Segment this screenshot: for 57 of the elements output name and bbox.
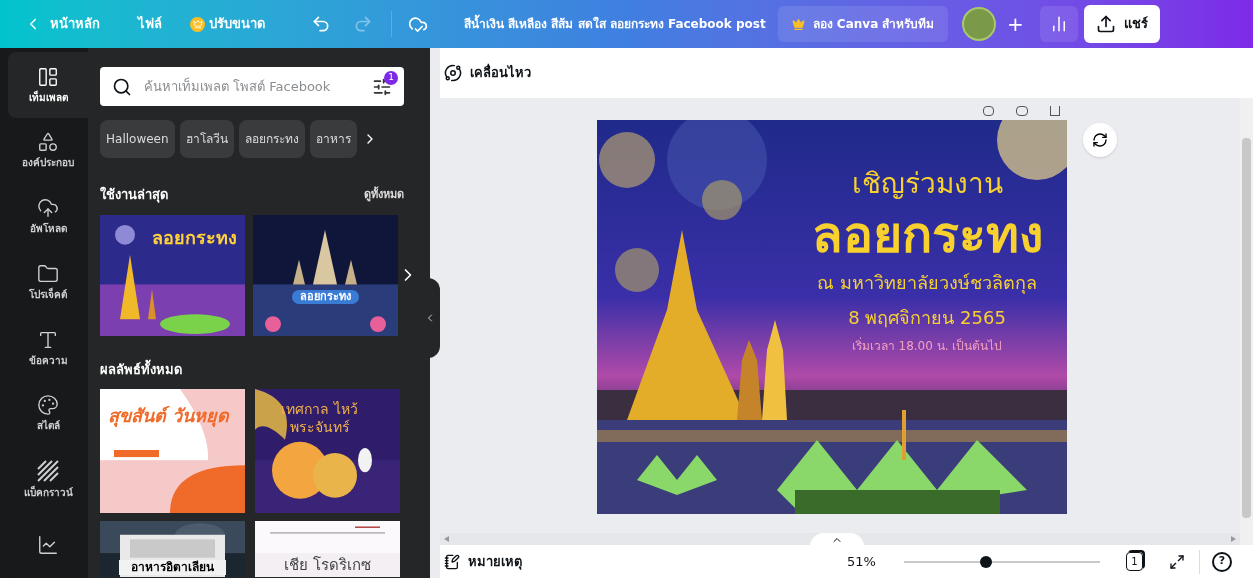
filter-chip[interactable]: อาหาร: [309, 120, 357, 158]
folder-icon: [37, 262, 59, 285]
template-title: อาหารอิตาเลียน: [119, 560, 226, 575]
crown-icon: [190, 16, 205, 32]
refresh-button[interactable]: [1083, 123, 1117, 157]
team-trial-button[interactable]: ลอง Canva สำหรับทีม: [777, 6, 949, 42]
help-button[interactable]: ?: [1211, 551, 1232, 572]
template-thumbnail[interactable]: เทศกาล ไหว้พระจันทร์: [255, 389, 400, 513]
refresh-icon: [1092, 132, 1108, 148]
search-icon: [112, 77, 132, 97]
cloud-upload-icon: [37, 197, 59, 220]
section-heading: ผลลัพธ์ทั้งหมด: [100, 359, 183, 379]
template-thumbnail[interactable]: ลอยกระทง: [100, 214, 245, 336]
vertical-scrollbar[interactable]: [1240, 98, 1253, 545]
filter-chip[interactable]: Halloween: [100, 120, 175, 158]
undo-icon[interactable]: [311, 14, 331, 34]
notes-button[interactable]: หมายเหตุ: [444, 551, 522, 572]
see-all-link[interactable]: ดูทั้งหมด: [364, 186, 404, 203]
zoom-percentage: 51%: [847, 552, 876, 571]
template-thumbnail[interactable]: อาหารอิตาเลียน: [100, 521, 245, 577]
page-count-button[interactable]: 1: [1125, 552, 1143, 571]
design-canvas[interactable]: เชิญร่วมงาน ลอยกระทง ณ มหาวิทยาลัยวงษ์ชวลิตกุล 8 พฤศจิกายน 2565 เริ่มเวลา 18.00 น. เป็นต้นไป: [597, 120, 1067, 514]
animate-button[interactable]: เคลื่อนไหว: [444, 63, 531, 83]
share-button[interactable]: แชร์: [1084, 5, 1161, 43]
hatch-icon: [36, 459, 60, 484]
template-title: ลอยกระทง: [152, 226, 237, 249]
templates-icon: [37, 65, 59, 88]
slider-thumb[interactable]: [980, 555, 993, 568]
add-member-button[interactable]: +: [1002, 9, 1029, 39]
document-title[interactable]: สีน้ำเงิน สีเหลือง สีส้ม สดใส ลอยกระทง Facebook post: [464, 15, 766, 33]
animate-icon: [444, 64, 462, 82]
filter-chip[interactable]: ฮาโลวีน: [179, 120, 234, 158]
section-heading: ใช้งานล่าสุด: [100, 185, 168, 205]
fullscreen-icon[interactable]: [1168, 553, 1185, 570]
upload-icon: [1096, 14, 1117, 34]
venue-text: ณ มหาวิทยาลัยวงษ์ชวลิตกุล: [817, 270, 1037, 296]
time-text: เริ่มเวลา 18.00 น. เป็นต้นไป: [851, 336, 1003, 355]
template-thumbnail[interactable]: ลอยกระทง: [253, 214, 398, 336]
template-title: เทศกาล ไหว้พระจันทร์: [280, 401, 359, 436]
date-text: 8 พฤศจิกายน 2565: [848, 305, 1006, 330]
zoom-slider[interactable]: [903, 555, 1100, 568]
sidebar-item[interactable]: เท็มเพลต: [8, 52, 88, 118]
template-title: เชีย โรดริเกซ: [284, 556, 371, 575]
notes-icon: [444, 553, 460, 570]
template-title: สุขสันต์ วันหยุด: [108, 405, 230, 428]
shapes-icon: [37, 131, 59, 154]
filter-chip[interactable]: ลอยกระทง: [238, 120, 305, 158]
avatar[interactable]: [962, 7, 997, 41]
event-title: ลอยกระทง: [811, 205, 1043, 266]
crown-icon: [791, 17, 805, 31]
palette-icon: [37, 394, 59, 417]
pages-toggle[interactable]: [810, 533, 864, 547]
cloud-saved-icon[interactable]: [408, 14, 428, 34]
invite-heading: เชิญร่วมงาน: [851, 170, 1003, 198]
insights-button[interactable]: [1040, 6, 1079, 42]
line-chart-icon: [37, 534, 59, 557]
template-thumbnail[interactable]: เชีย โรดริเกซ: [255, 521, 400, 577]
